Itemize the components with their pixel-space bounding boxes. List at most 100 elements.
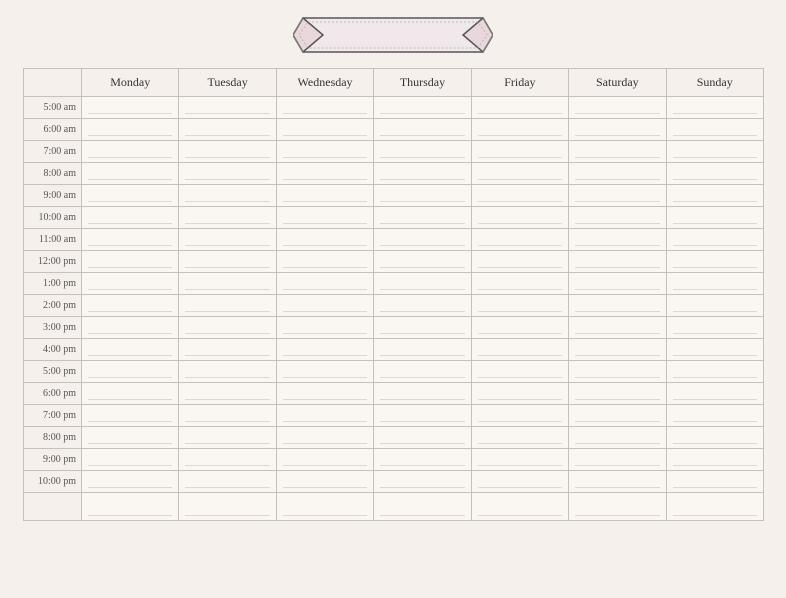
cell-wednesday-11-00-am[interactable] <box>276 229 373 251</box>
cell-thursday-3-00-pm[interactable] <box>374 317 471 339</box>
cell-wednesday-6-00-pm[interactable] <box>276 383 373 405</box>
cell-tuesday-9-00-pm[interactable] <box>179 449 276 471</box>
cell-wednesday-2-00-pm[interactable] <box>276 295 373 317</box>
cell-saturday-3-00-pm[interactable] <box>569 317 666 339</box>
cell-monday-9-00-am[interactable] <box>82 185 179 207</box>
cell-saturday-7-00-am[interactable] <box>569 141 666 163</box>
cell-thursday-6-00-am[interactable] <box>374 119 471 141</box>
cell-tuesday-5-00-pm[interactable] <box>179 361 276 383</box>
cell-sunday-12-00-pm[interactable] <box>666 251 763 273</box>
cell-sunday-10-00-am[interactable] <box>666 207 763 229</box>
cell-monday-8-00-pm[interactable] <box>82 427 179 449</box>
cell-friday-5-00-am[interactable] <box>471 97 568 119</box>
cell-friday-1-00-pm[interactable] <box>471 273 568 295</box>
cell-monday-2-00-pm[interactable] <box>82 295 179 317</box>
cell-saturday-4-00-pm[interactable] <box>569 339 666 361</box>
cell-monday-7-00-pm[interactable] <box>82 405 179 427</box>
cell-wednesday-9-00-pm[interactable] <box>276 449 373 471</box>
cell-thursday-10-00-am[interactable] <box>374 207 471 229</box>
cell-tuesday-2-00-pm[interactable] <box>179 295 276 317</box>
cell-friday-10-00-pm[interactable] <box>471 471 568 493</box>
cell-thursday-1-00-pm[interactable] <box>374 273 471 295</box>
cell-friday-10-00-am[interactable] <box>471 207 568 229</box>
cell-monday-6-00-am[interactable] <box>82 119 179 141</box>
cell-tuesday-3-00-pm[interactable] <box>179 317 276 339</box>
cell-tuesday-10-00-pm[interactable] <box>179 471 276 493</box>
cell-thursday-11-00-am[interactable] <box>374 229 471 251</box>
cell-wednesday-10-00-pm[interactable] <box>276 471 373 493</box>
cell-wednesday-1-00-pm[interactable] <box>276 273 373 295</box>
extra-cell-sunday[interactable] <box>666 493 763 521</box>
cell-wednesday-12-00-pm[interactable] <box>276 251 373 273</box>
cell-thursday-7-00-am[interactable] <box>374 141 471 163</box>
cell-sunday-10-00-pm[interactable] <box>666 471 763 493</box>
cell-wednesday-8-00-pm[interactable] <box>276 427 373 449</box>
cell-saturday-8-00-pm[interactable] <box>569 427 666 449</box>
cell-saturday-7-00-pm[interactable] <box>569 405 666 427</box>
cell-monday-7-00-am[interactable] <box>82 141 179 163</box>
cell-sunday-1-00-pm[interactable] <box>666 273 763 295</box>
cell-friday-8-00-am[interactable] <box>471 163 568 185</box>
cell-sunday-3-00-pm[interactable] <box>666 317 763 339</box>
cell-wednesday-8-00-am[interactable] <box>276 163 373 185</box>
cell-thursday-9-00-pm[interactable] <box>374 449 471 471</box>
cell-monday-12-00-pm[interactable] <box>82 251 179 273</box>
cell-thursday-10-00-pm[interactable] <box>374 471 471 493</box>
cell-monday-5-00-pm[interactable] <box>82 361 179 383</box>
cell-tuesday-1-00-pm[interactable] <box>179 273 276 295</box>
extra-cell-saturday[interactable] <box>569 493 666 521</box>
cell-sunday-11-00-am[interactable] <box>666 229 763 251</box>
cell-saturday-2-00-pm[interactable] <box>569 295 666 317</box>
extra-cell-monday[interactable] <box>82 493 179 521</box>
cell-thursday-6-00-pm[interactable] <box>374 383 471 405</box>
cell-friday-7-00-pm[interactable] <box>471 405 568 427</box>
cell-wednesday-10-00-am[interactable] <box>276 207 373 229</box>
cell-tuesday-6-00-pm[interactable] <box>179 383 276 405</box>
cell-saturday-5-00-am[interactable] <box>569 97 666 119</box>
cell-wednesday-7-00-pm[interactable] <box>276 405 373 427</box>
cell-monday-11-00-am[interactable] <box>82 229 179 251</box>
cell-tuesday-8-00-am[interactable] <box>179 163 276 185</box>
cell-thursday-8-00-pm[interactable] <box>374 427 471 449</box>
cell-sunday-8-00-am[interactable] <box>666 163 763 185</box>
cell-monday-6-00-pm[interactable] <box>82 383 179 405</box>
cell-thursday-5-00-pm[interactable] <box>374 361 471 383</box>
cell-tuesday-4-00-pm[interactable] <box>179 339 276 361</box>
cell-tuesday-7-00-am[interactable] <box>179 141 276 163</box>
cell-tuesday-8-00-pm[interactable] <box>179 427 276 449</box>
extra-cell-friday[interactable] <box>471 493 568 521</box>
cell-saturday-5-00-pm[interactable] <box>569 361 666 383</box>
cell-tuesday-12-00-pm[interactable] <box>179 251 276 273</box>
cell-thursday-5-00-am[interactable] <box>374 97 471 119</box>
cell-monday-4-00-pm[interactable] <box>82 339 179 361</box>
cell-friday-12-00-pm[interactable] <box>471 251 568 273</box>
cell-tuesday-10-00-am[interactable] <box>179 207 276 229</box>
cell-thursday-2-00-pm[interactable] <box>374 295 471 317</box>
cell-wednesday-3-00-pm[interactable] <box>276 317 373 339</box>
cell-friday-11-00-am[interactable] <box>471 229 568 251</box>
cell-wednesday-4-00-pm[interactable] <box>276 339 373 361</box>
cell-wednesday-5-00-pm[interactable] <box>276 361 373 383</box>
cell-saturday-10-00-am[interactable] <box>569 207 666 229</box>
cell-friday-8-00-pm[interactable] <box>471 427 568 449</box>
cell-sunday-9-00-pm[interactable] <box>666 449 763 471</box>
cell-monday-10-00-am[interactable] <box>82 207 179 229</box>
extra-cell-tuesday[interactable] <box>179 493 276 521</box>
cell-monday-1-00-pm[interactable] <box>82 273 179 295</box>
cell-sunday-4-00-pm[interactable] <box>666 339 763 361</box>
cell-sunday-7-00-pm[interactable] <box>666 405 763 427</box>
cell-saturday-8-00-am[interactable] <box>569 163 666 185</box>
cell-wednesday-9-00-am[interactable] <box>276 185 373 207</box>
cell-monday-9-00-pm[interactable] <box>82 449 179 471</box>
cell-monday-8-00-am[interactable] <box>82 163 179 185</box>
cell-friday-7-00-am[interactable] <box>471 141 568 163</box>
cell-tuesday-11-00-am[interactable] <box>179 229 276 251</box>
cell-friday-6-00-pm[interactable] <box>471 383 568 405</box>
cell-saturday-12-00-pm[interactable] <box>569 251 666 273</box>
cell-sunday-7-00-am[interactable] <box>666 141 763 163</box>
cell-saturday-9-00-am[interactable] <box>569 185 666 207</box>
cell-saturday-10-00-pm[interactable] <box>569 471 666 493</box>
cell-wednesday-7-00-am[interactable] <box>276 141 373 163</box>
cell-sunday-9-00-am[interactable] <box>666 185 763 207</box>
cell-thursday-9-00-am[interactable] <box>374 185 471 207</box>
